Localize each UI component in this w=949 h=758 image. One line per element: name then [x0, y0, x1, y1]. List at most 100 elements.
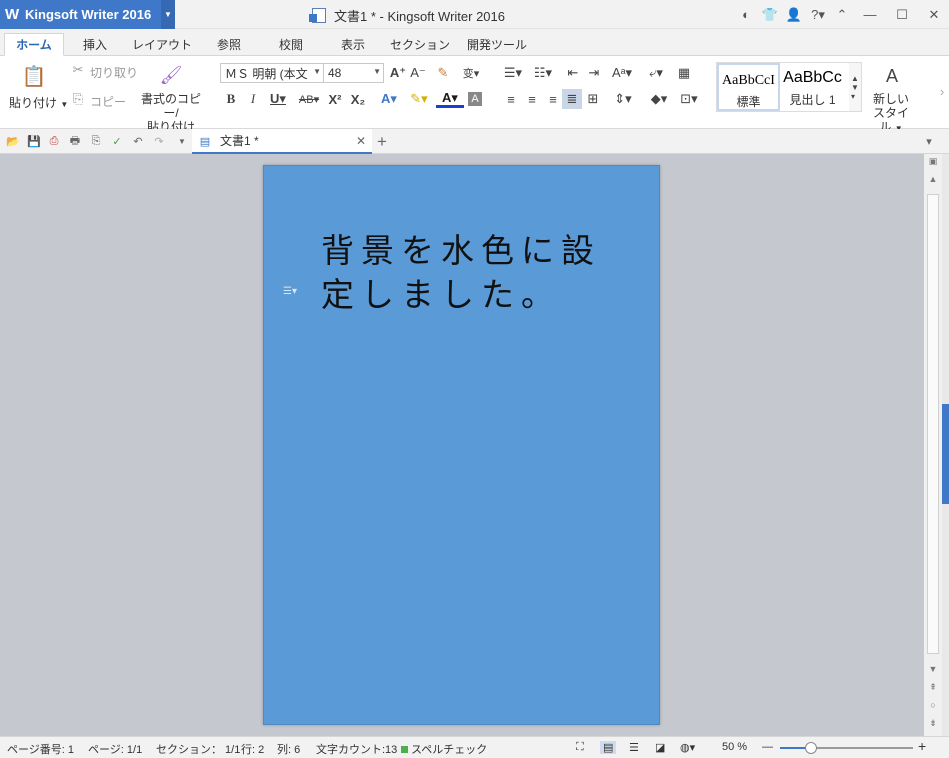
copy-button[interactable]: コピー	[90, 93, 126, 110]
cut-button[interactable]: 切り取り	[90, 64, 138, 81]
scroll-up-icon[interactable]: ▲	[924, 174, 942, 184]
font-name-select[interactable]: ＭＳ 明朝 (本文 ▼	[220, 63, 324, 83]
close-tab-icon[interactable]: ✕	[356, 134, 366, 148]
numbering-icon[interactable]: ☷▾	[530, 63, 556, 83]
app-menu-button[interactable]: W Kingsoft Writer 2016 ▼	[0, 0, 175, 29]
collapse-ribbon-icon[interactable]: ⌃	[831, 4, 853, 26]
copy-icon[interactable]: ⎘	[70, 91, 86, 107]
superscript-icon[interactable]: X²	[327, 90, 343, 108]
scroll-down-icon[interactable]: ▼	[924, 664, 942, 674]
spell-check-icon[interactable]: ✓	[110, 134, 124, 148]
vertical-scrollbar[interactable]: ▣ ▲ ▼ ⇞ ○ ⇟	[924, 154, 942, 736]
paste-button[interactable]: 貼り付け ▼	[9, 94, 68, 111]
undo-icon[interactable]: ↶	[131, 134, 145, 148]
zoom-slider-knob[interactable]	[804, 742, 817, 754]
skin-icon[interactable]: ◐	[735, 4, 757, 26]
close-button[interactable]: ✕	[919, 4, 949, 26]
style-heading1[interactable]: AaBbCc 見出し 1	[781, 63, 844, 111]
zoom-level[interactable]: 50 %	[722, 741, 747, 753]
protect-view-icon[interactable]: ◍▾	[680, 741, 695, 754]
zoom-slider[interactable]	[780, 742, 913, 754]
open-icon[interactable]: 📂	[6, 134, 20, 148]
table-icon[interactable]: ▦	[675, 63, 693, 83]
paragraph-handle-icon[interactable]: ☰▾	[283, 286, 297, 297]
tab-developer[interactable]: 開発ツール	[462, 33, 532, 56]
tab-review[interactable]: 校閲	[266, 33, 316, 56]
format-painter-icon[interactable]: 🖌	[158, 62, 184, 88]
grow-font-icon[interactable]: A⁺	[390, 63, 406, 83]
change-case-icon[interactable]: Aᵃ▾	[608, 63, 636, 83]
user-icon[interactable]: 👤	[783, 4, 805, 26]
tab-home[interactable]: ホーム	[4, 33, 64, 56]
distributed-icon[interactable]: ⊞	[585, 90, 601, 108]
borders-icon[interactable]: ⊡▾	[676, 90, 702, 108]
maximize-button[interactable]: ☐	[887, 4, 917, 26]
document-page[interactable]: ☰▾ 背景を水色に設定しました。	[263, 165, 660, 725]
tab-references[interactable]: 参照	[204, 33, 254, 56]
align-center-icon[interactable]: ≡	[524, 90, 540, 108]
scroll-thumb[interactable]	[927, 194, 939, 654]
quick-access-dropdown-icon[interactable]: ▼	[175, 134, 189, 148]
print-icon[interactable]: 🖶	[68, 134, 82, 148]
document-canvas[interactable]: ☰▾ 背景を水色に設定しました。	[0, 154, 924, 736]
text-effect-icon[interactable]: A▾	[376, 90, 402, 108]
align-right-icon[interactable]: ≡	[545, 90, 561, 108]
view-split-icon[interactable]: ▣	[924, 156, 942, 167]
line-spacing-icon[interactable]: ⇕▾	[610, 90, 636, 108]
underline-icon[interactable]: U▾	[266, 90, 290, 108]
side-panel-toggle[interactable]	[942, 404, 949, 504]
clear-format-icon[interactable]: ✎	[434, 63, 452, 83]
new-tab-button[interactable]: +	[377, 132, 387, 152]
bold-icon[interactable]: B	[224, 90, 238, 108]
status-spell-check[interactable]: スペルチェック	[401, 741, 487, 757]
web-view-icon[interactable]: ◪	[655, 741, 665, 754]
save-icon[interactable]: 💾	[27, 134, 41, 148]
select-browse-icon[interactable]: ○	[924, 700, 942, 710]
strikethrough-icon[interactable]: AB▾	[296, 90, 322, 108]
next-page-icon[interactable]: ⇟	[924, 718, 942, 729]
cut-icon[interactable]: ✂	[70, 62, 86, 78]
export-pdf-icon[interactable]: ⎙	[47, 134, 61, 148]
justify-icon[interactable]: ≣	[562, 89, 582, 109]
phonetic-guide-icon[interactable]: 变▾	[458, 63, 484, 83]
zoom-in-icon[interactable]: +	[918, 738, 926, 754]
increase-indent-icon[interactable]: ⇥	[585, 63, 603, 83]
redo-icon[interactable]: ↷	[152, 134, 166, 148]
tab-insert[interactable]: 挿入	[70, 33, 120, 56]
document-text[interactable]: 背景を水色に設定しました。	[321, 230, 621, 318]
format-painter-button[interactable]: 書式のコピー/ 貼り付け	[138, 92, 204, 134]
italic-icon[interactable]: I	[246, 90, 260, 108]
align-left-icon[interactable]: ≡	[503, 90, 519, 108]
font-color-icon[interactable]: A▾	[436, 90, 464, 108]
ribbon-scroll-right-icon[interactable]: ›	[936, 76, 948, 106]
tab-view[interactable]: 表示	[328, 33, 378, 56]
zoom-out-icon[interactable]: —	[762, 741, 773, 753]
bullets-icon[interactable]: ☰▾	[500, 63, 526, 83]
highlight-icon[interactable]: ✎▾	[405, 90, 433, 108]
page-view-icon[interactable]: ▤	[600, 741, 617, 754]
decrease-indent-icon[interactable]: ⇤	[564, 63, 582, 83]
new-style-icon[interactable]: A	[878, 62, 906, 90]
minimize-button[interactable]: —	[855, 4, 885, 26]
subscript-icon[interactable]: X₂	[349, 90, 367, 108]
app-menu-dropdown-icon[interactable]: ▼	[161, 0, 175, 29]
font-size-select[interactable]: 48 ▼	[323, 63, 384, 83]
tab-options-icon[interactable]: ▾	[922, 134, 936, 148]
outline-view-icon[interactable]: ☰	[629, 741, 639, 754]
status-word-count[interactable]: 文字カウント:13	[316, 741, 397, 757]
styles-scroll-icon[interactable]: ▲ ▼ ▾	[849, 63, 861, 111]
help-icon[interactable]: ? ▾	[807, 4, 829, 26]
style-normal[interactable]: AaBbCcI 標準	[717, 63, 780, 111]
paragraph-mark-icon[interactable]: ⤶▾	[645, 63, 667, 83]
print-preview-icon[interactable]: ⎘	[89, 134, 103, 148]
fullscreen-view-icon[interactable]: ⛶	[576, 741, 584, 754]
tab-section[interactable]: セクション	[390, 33, 450, 56]
char-shading-icon[interactable]: A	[468, 92, 482, 106]
shirt-icon[interactable]: 👕	[759, 4, 781, 26]
previous-page-icon[interactable]: ⇞	[924, 682, 942, 693]
shading-icon[interactable]: ◆▾	[645, 90, 673, 108]
shrink-font-icon[interactable]: A⁻	[410, 63, 426, 83]
document-tab[interactable]: ▤ 文書1 * ✕	[192, 129, 372, 154]
paste-icon[interactable]: 📋	[20, 62, 48, 90]
tab-layout[interactable]: レイアウト	[130, 33, 194, 56]
